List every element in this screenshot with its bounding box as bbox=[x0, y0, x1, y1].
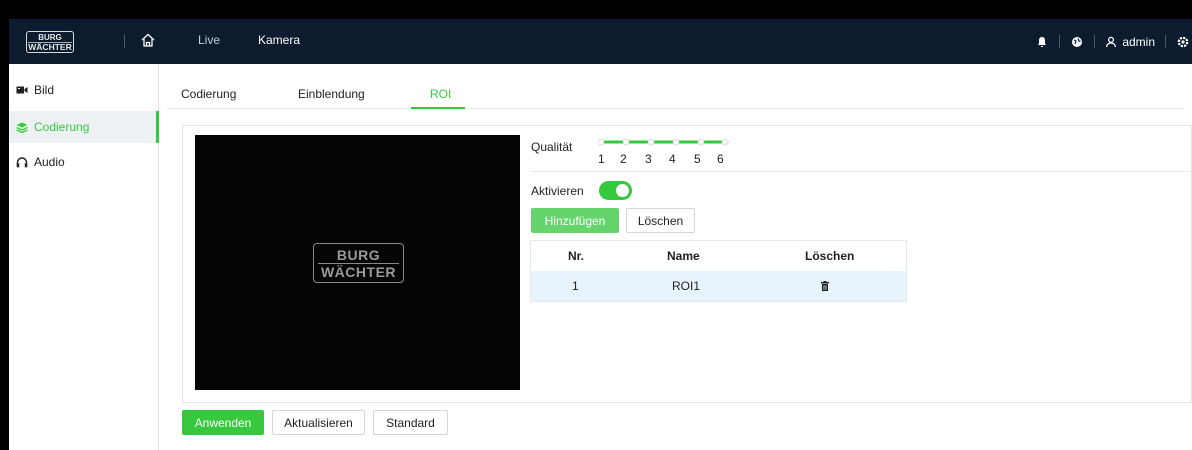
active-tab-indicator bbox=[411, 107, 465, 109]
sidebar-item-bild[interactable]: Bild bbox=[9, 74, 159, 106]
cell-nr: 1 bbox=[572, 279, 579, 293]
user-icon bbox=[1106, 36, 1117, 47]
sidebar-item-label: Audio bbox=[34, 155, 65, 169]
refresh-button[interactable]: Aktualisieren bbox=[272, 410, 365, 435]
delete-roi-button[interactable]: Löschen bbox=[626, 208, 695, 233]
video-watermark-logo: BURG WÄCHTER bbox=[313, 243, 404, 283]
divider bbox=[531, 171, 1192, 172]
nav-separator bbox=[1059, 35, 1061, 48]
table-header-row: Nr. Name Löschen bbox=[531, 241, 906, 271]
sidebar-item-label: Bild bbox=[34, 83, 55, 97]
nav-separator bbox=[124, 34, 125, 48]
quality-level: 2 bbox=[620, 152, 627, 166]
video-logo-line2: WÄCHTER bbox=[317, 262, 400, 280]
globe-icon[interactable] bbox=[1070, 35, 1084, 49]
top-band bbox=[0, 0, 1192, 19]
video-logo-line1: BURG bbox=[336, 246, 381, 263]
column-header-nr: Nr. bbox=[568, 249, 585, 263]
home-icon[interactable] bbox=[140, 32, 156, 48]
quality-slider[interactable] bbox=[598, 138, 729, 146]
tab-bar: Codierung Einblendung ROI bbox=[167, 74, 1184, 109]
brand-logo-line1: BURG bbox=[38, 32, 62, 42]
roi-table: Nr. Name Löschen 1 ROI1 bbox=[530, 240, 907, 302]
top-navbar: BURG WÄCHTER Live Kamera admin bbox=[9, 19, 1192, 64]
column-header-name: Name bbox=[667, 249, 700, 263]
cell-name: ROI1 bbox=[672, 279, 701, 293]
quality-level: 1 bbox=[598, 152, 605, 166]
sidebar: Bild Codierung Audio bbox=[9, 64, 159, 450]
sidebar-item-audio[interactable]: Audio bbox=[9, 146, 159, 178]
default-button[interactable]: Standard bbox=[373, 410, 448, 435]
quality-level: 6 bbox=[717, 152, 724, 166]
apply-button[interactable]: Anwenden bbox=[182, 410, 264, 435]
quality-scale: 1 2 3 4 5 6 bbox=[596, 152, 736, 166]
layers-icon bbox=[16, 121, 28, 133]
table-row[interactable]: 1 ROI1 bbox=[531, 271, 906, 301]
add-roi-button[interactable]: Hinzufügen bbox=[531, 208, 619, 233]
brand-logo-line2: WÄCHTER bbox=[28, 41, 72, 52]
navbar-right-group: admin bbox=[1035, 19, 1192, 64]
activate-toggle[interactable] bbox=[599, 181, 632, 200]
activate-label: Aktivieren bbox=[531, 184, 584, 198]
nav-separator bbox=[1094, 35, 1096, 48]
tab-codierung[interactable]: Codierung bbox=[181, 87, 236, 101]
video-preview[interactable]: BURG WÄCHTER bbox=[195, 135, 520, 390]
nav-separator bbox=[1165, 35, 1166, 48]
roi-panel: BURG WÄCHTER Qualität 1 2 3 4 5 6 Aktivi… bbox=[182, 125, 1192, 403]
tab-roi[interactable]: ROI bbox=[430, 87, 451, 101]
quality-label: Qualität bbox=[531, 140, 573, 154]
main-content: Codierung Einblendung ROI BURG WÄCHTER Q… bbox=[159, 64, 1192, 450]
camera-icon bbox=[16, 84, 28, 96]
user-menu[interactable]: admin bbox=[1105, 35, 1155, 49]
sidebar-item-label: Codierung bbox=[34, 120, 90, 134]
quality-level: 5 bbox=[694, 152, 701, 166]
quality-level: 4 bbox=[669, 152, 676, 166]
brand-logo[interactable]: BURG WÄCHTER bbox=[26, 31, 74, 53]
quality-level: 3 bbox=[645, 152, 652, 166]
user-name: admin bbox=[1122, 34, 1155, 49]
gear-icon[interactable] bbox=[1176, 35, 1190, 49]
headphones-icon bbox=[16, 156, 28, 168]
toggle-knob bbox=[616, 184, 629, 197]
column-header-delete: Löschen bbox=[805, 249, 855, 263]
trash-icon[interactable] bbox=[821, 280, 829, 294]
bell-icon[interactable] bbox=[1035, 35, 1049, 49]
tab-einblendung[interactable]: Einblendung bbox=[298, 87, 365, 101]
nav-kamera[interactable]: Kamera bbox=[258, 33, 300, 47]
sidebar-item-codierung[interactable]: Codierung bbox=[9, 111, 159, 143]
nav-live[interactable]: Live bbox=[198, 33, 220, 47]
